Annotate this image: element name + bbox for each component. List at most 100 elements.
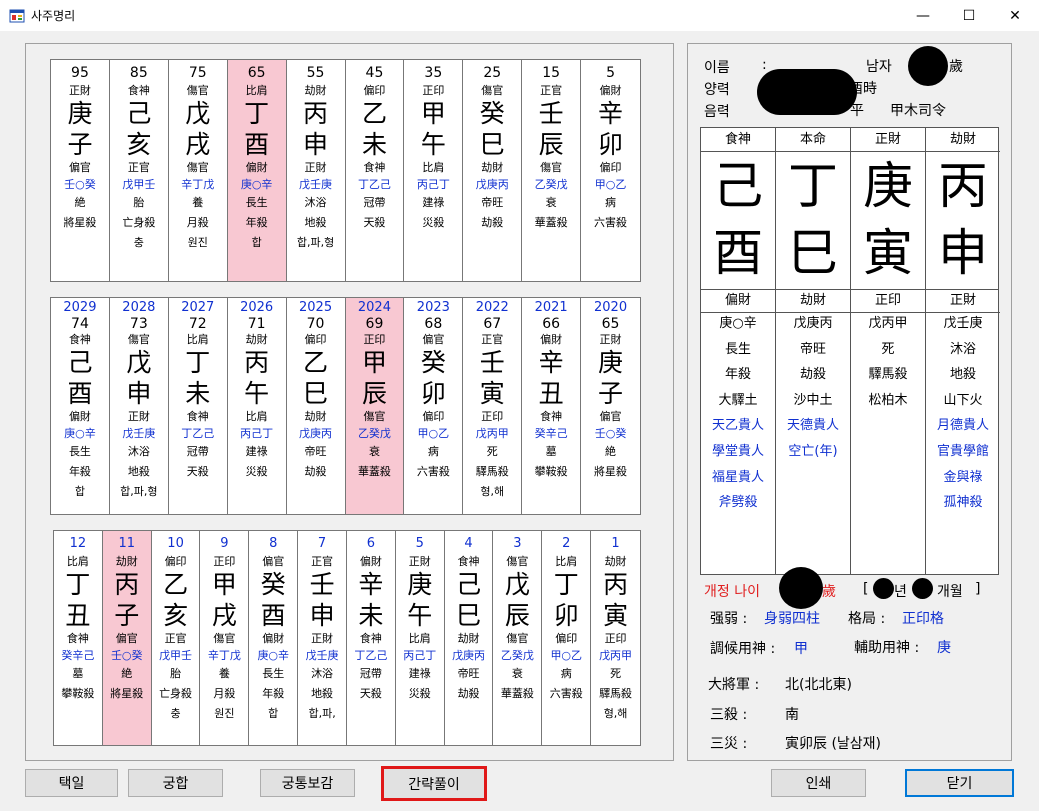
seun-cell[interactable]: 2026 71 劫財丙午比肩 丙己丁 建祿 災殺 [228, 298, 287, 514]
pillar-item: 空亡(年) [788, 444, 838, 459]
wolun-cell[interactable]: 9 正印甲戌傷官 辛丁戊養月殺 원진 [200, 531, 250, 745]
hidden-stems: 戊壬庚 [122, 427, 156, 440]
stem-god: 正印 [363, 333, 386, 346]
heavenly-stem: 癸 [420, 348, 446, 377]
earthly-branch: 申 [309, 601, 335, 630]
branch-god: 食神 [66, 632, 89, 645]
twelve-sal: 六害殺 [416, 465, 450, 478]
hidden-stems: 辛丁戊 [207, 649, 241, 662]
seun-cell[interactable]: 2022 67 正官壬寅正印 戊丙甲死驛馬殺 형,해 [463, 298, 523, 514]
twelve-state: 衰 [368, 445, 380, 458]
heavenly-stem: 丁 [553, 570, 579, 599]
twelve-state: 建祿 [422, 196, 445, 209]
daeun-cell[interactable]: 25 傷官癸巳劫財 戊庚丙 帝旺 劫殺 [463, 60, 523, 281]
hidden-stems: 戊丙甲 [475, 427, 509, 440]
close-window-button[interactable]: ✕ [992, 0, 1038, 31]
stem-god: 正印 [422, 84, 445, 97]
gungtong-bogam-button[interactable]: 궁통보감 [260, 769, 355, 797]
maximize-button[interactable]: ☐ [946, 0, 992, 31]
seun-cell[interactable]: 2025 70 偏印乙巳劫財 戊庚丙 帝旺 劫殺 [287, 298, 346, 514]
seun-cell[interactable]: 2023 68 偏官癸卯偏印 甲○乙病六害殺 [404, 298, 464, 514]
twelve-sal: 六害殺 [594, 216, 628, 229]
wolun-cell[interactable]: 10 偏印乙亥正官 戊甲壬胎亡身殺 충 [152, 531, 201, 745]
hidden-stems: 戊庚丙 [299, 427, 333, 440]
earthly-branch: 酉 [260, 601, 286, 630]
seun-cell[interactable]: 2027 72 比肩丁未食神 丁乙己 冠帶 天殺 [169, 298, 228, 514]
period-number: 45 [365, 65, 384, 81]
branch-god: 正官 [164, 632, 187, 645]
twelve-sal: 天殺 [363, 216, 386, 229]
earthly-branch: 巳 [456, 601, 482, 630]
wolun-cell[interactable]: 3 傷官戊辰傷官 乙癸戊衰華蓋殺 [493, 531, 543, 745]
heavenly-stem: 己 [456, 570, 482, 599]
hidden-stems: 丁乙己 [354, 649, 388, 662]
earthly-branch: 午 [407, 601, 433, 630]
daeun-cell[interactable]: 85 食神己亥正官 戊甲壬胎亡身殺 충 [110, 60, 169, 281]
earthly-branch: 戌 [211, 601, 237, 630]
hidden-stems: 戊壬庚 [305, 649, 339, 662]
twelve-sal: 將星殺 [63, 216, 97, 229]
stem-god: 比肩 [245, 84, 268, 97]
twelve-sal: 月殺 [186, 216, 209, 229]
twelve-sal: 驛馬殺 [475, 465, 509, 478]
ganryak-button[interactable]: 간략풀이 [381, 766, 487, 801]
wolun-cell[interactable]: 1 劫財丙寅正印 戊丙甲死驛馬殺 형,해 [591, 531, 640, 745]
wolun-cell[interactable]: 11 劫財丙子偏官 壬○癸絶將星殺 [102, 531, 152, 745]
stem-god: 劫財 [245, 333, 268, 346]
wolun-cell[interactable]: 5 正財庚午比肩 丙己丁 建祿 災殺 [396, 531, 445, 745]
twelve-state: 冠帶 [359, 667, 382, 680]
daeun-cell[interactable]: 95 正財庚子偏官 壬○癸絶將星殺 [51, 60, 110, 281]
stem-god: 偏財 [359, 555, 382, 568]
pillar-branch: 酉 [713, 224, 763, 282]
daeun-cell[interactable]: 75 傷官戊戌傷官 辛丁戊養月殺 원진 [169, 60, 228, 281]
heavenly-stem: 丙 [114, 570, 140, 599]
stem-god: 比肩 [66, 555, 89, 568]
pillar-column: 本命丁巳劫財 戊庚丙 帝旺 劫殺 沙中土 天德貴人 空亡(年) [776, 128, 851, 574]
hidden-stems: 壬○癸 [594, 427, 627, 440]
minimize-button[interactable]: — [900, 0, 946, 31]
print-button[interactable]: 인쇄 [771, 769, 866, 797]
close-button[interactable]: 닫기 [905, 769, 1014, 797]
daeun-cell[interactable]: 5 偏財辛卯偏印 甲○乙病六害殺 [581, 60, 640, 281]
pillar-sub: 劫財 [776, 289, 850, 313]
year-label: 2025 [299, 300, 333, 315]
seun-cell[interactable]: 2021 66 偏財辛丑食神 癸辛己墓攀鞍殺 [522, 298, 582, 514]
branch-god: 正印 [481, 410, 504, 423]
seun-cell[interactable]: 2028 73 傷官戊申正財 戊壬庚 沐浴 地殺 합,파,형 [110, 298, 169, 514]
taegil-button[interactable]: 택일 [25, 769, 118, 797]
wolun-cell[interactable]: 8 偏官癸酉偏財 庚○辛 長生 年殺 합 [249, 531, 299, 745]
twelve-state: 帝旺 [481, 196, 504, 209]
daeun-cell[interactable]: 15 正官壬辰傷官 乙癸戊衰華蓋殺 [522, 60, 582, 281]
stem-god: 劫財 [115, 555, 138, 568]
relation: 합,파,형 [296, 236, 335, 249]
wolun-cell[interactable]: 4 食神己巳劫財 戊庚丙 帝旺 劫殺 [445, 531, 494, 745]
branch-god: 偏官 [68, 161, 91, 174]
daeun-cell[interactable]: 35 正印甲午比肩 丙己丁 建祿 災殺 [404, 60, 464, 281]
twelve-state: 衰 [545, 196, 557, 209]
seun-cell[interactable]: 2029 74 食神己酉偏財 庚○辛 長生 年殺 합 [51, 298, 110, 514]
twelve-sal: 劫殺 [457, 687, 480, 700]
pillar-item: 斧劈殺 [718, 495, 758, 511]
pillar-column: 劫財丙申正財 戊壬庚 沐浴 地殺 山下火 月德貴人 官貴學館 金與祿 孤神殺 [926, 128, 1001, 574]
daeun-cell[interactable]: 65 比肩丁酉偏財 庚○辛 長生 年殺 합 [227, 60, 287, 281]
hidden-stems: 甲○乙 [417, 427, 450, 440]
wolun-cell[interactable]: 12 比肩丁丑食神 癸辛己墓攀鞍殺 [54, 531, 103, 745]
stem-god: 偏財 [599, 84, 622, 97]
seun-cell[interactable]: 2024 69 正印甲辰傷官 乙癸戊衰華蓋殺 [345, 298, 405, 514]
daeun-cell[interactable]: 55 劫財丙申正財 戊壬庚 沐浴 地殺 합,파,형 [287, 60, 346, 281]
twelve-state: 養 [192, 196, 204, 209]
wolun-cell[interactable]: 6 偏財辛未食神 丁乙己 冠帶 天殺 [347, 531, 396, 745]
gunghap-button[interactable]: 궁합 [128, 769, 223, 797]
twelve-state: 長生 [245, 196, 268, 209]
pillar-item: 庚○辛 [719, 316, 757, 331]
wolun-cell[interactable]: 2 比肩丁卯偏印 甲○乙病六害殺 [542, 531, 592, 745]
branch-god: 偏印 [422, 410, 445, 423]
seun-cell[interactable]: 2020 65 正財庚子偏官 壬○癸絶將星殺 [581, 298, 640, 514]
pillar-branch: 申 [938, 224, 988, 282]
relation: 합 [251, 236, 262, 249]
heavenly-stem: 丁 [244, 99, 270, 128]
branch-god: 劫財 [457, 632, 480, 645]
period-number: 35 [424, 65, 443, 81]
wolun-cell[interactable]: 7 正官壬申正財 戊壬庚 沐浴 地殺 합,파, [298, 531, 347, 745]
daeun-cell[interactable]: 45 偏印乙未食神 丁乙己 冠帶 天殺 [346, 60, 405, 281]
